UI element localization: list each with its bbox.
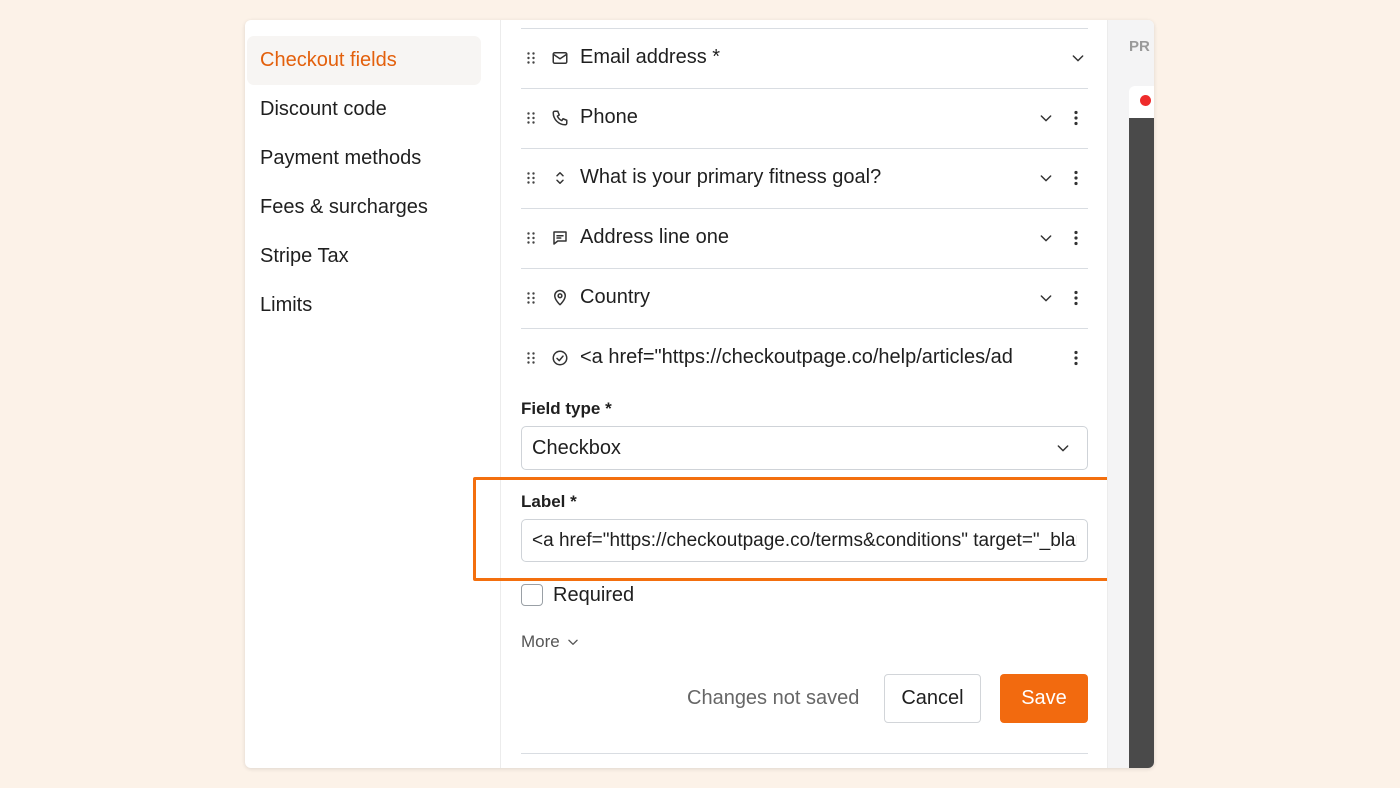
chevron-down-icon[interactable] [1038, 170, 1054, 186]
field-row-fitness-goal[interactable]: What is your primary fitness goal? [521, 148, 1088, 207]
chevron-down-icon[interactable] [1038, 110, 1054, 126]
field-label: Phone [580, 106, 638, 128]
message-square-icon [551, 229, 569, 247]
field-row-address[interactable]: Address line one [521, 208, 1088, 267]
drag-handle-icon[interactable] [527, 111, 535, 124]
settings-card: Checkout fields Discount code Payment me… [245, 20, 1154, 768]
sidebar-item-payment-methods[interactable]: Payment methods [247, 134, 481, 183]
preview-label: PR [1129, 38, 1150, 55]
drag-handle-icon[interactable] [527, 171, 535, 184]
field-label: <a href="https://checkoutpage.co/help/ar… [580, 346, 1013, 368]
field-type-select[interactable]: Checkbox [521, 426, 1088, 470]
required-checkbox[interactable] [521, 584, 543, 606]
highlight-annotation [473, 477, 1121, 581]
chevron-down-icon [1055, 440, 1071, 456]
more-options-icon[interactable] [1073, 290, 1079, 306]
field-label: Country [580, 286, 651, 308]
field-row-terms-checkbox[interactable]: <a href="https://checkoutpage.co/help/ar… [521, 328, 1088, 387]
phone-icon [551, 109, 569, 127]
drag-handle-icon[interactable] [527, 351, 535, 364]
sidebar-item-limits[interactable]: Limits [247, 281, 481, 330]
field-row-phone[interactable]: Phone [521, 88, 1088, 147]
field-row-country[interactable]: Country [521, 268, 1088, 327]
field-row-email[interactable]: Email address * [521, 28, 1088, 87]
chevron-down-icon[interactable] [1038, 230, 1054, 246]
required-label[interactable]: Required [553, 584, 634, 607]
more-options-icon[interactable] [1073, 110, 1079, 126]
sidebar-item-stripe-tax[interactable]: Stripe Tax [247, 232, 481, 281]
map-pin-icon [551, 289, 569, 307]
field-type-label: Field type * [521, 399, 612, 418]
sidebar-item-discount-code[interactable]: Discount code [247, 85, 481, 134]
field-label: Address line one [580, 226, 729, 248]
check-circle-icon [551, 349, 569, 367]
drag-handle-icon[interactable] [527, 231, 535, 244]
settings-sidebar: Checkout fields Discount code Payment me… [245, 20, 501, 768]
drag-handle-icon[interactable] [527, 51, 535, 64]
preview-panel: PR [1107, 20, 1154, 768]
save-button[interactable]: Save [1000, 674, 1088, 723]
more-options-icon[interactable] [1073, 350, 1079, 366]
chevron-down-icon [566, 635, 580, 649]
chevron-down-icon[interactable] [1070, 50, 1086, 66]
more-options-icon[interactable] [1073, 230, 1079, 246]
more-toggle[interactable]: More [521, 632, 580, 652]
sidebar-item-checkout-fields[interactable]: Checkout fields [247, 36, 481, 85]
chevron-down-icon[interactable] [1038, 290, 1054, 306]
field-label: What is your primary fitness goal? [580, 166, 882, 188]
more-options-icon[interactable] [1073, 170, 1079, 186]
checkout-fields-panel: Email address * Phone What is your prima… [501, 20, 1107, 768]
select-arrows-icon [551, 169, 569, 187]
window-close-dot [1140, 95, 1151, 106]
field-label: Email address * [580, 46, 721, 68]
field-type-value: Checkbox [532, 436, 621, 459]
preview-frame [1129, 118, 1154, 768]
more-label: More [521, 632, 560, 651]
sidebar-item-fees-surcharges[interactable]: Fees & surcharges [247, 183, 481, 232]
drag-handle-icon[interactable] [527, 291, 535, 304]
envelope-icon [551, 49, 569, 67]
divider [521, 753, 1088, 754]
unsaved-status: Changes not saved [687, 687, 860, 709]
cancel-button[interactable]: Cancel [884, 674, 981, 723]
